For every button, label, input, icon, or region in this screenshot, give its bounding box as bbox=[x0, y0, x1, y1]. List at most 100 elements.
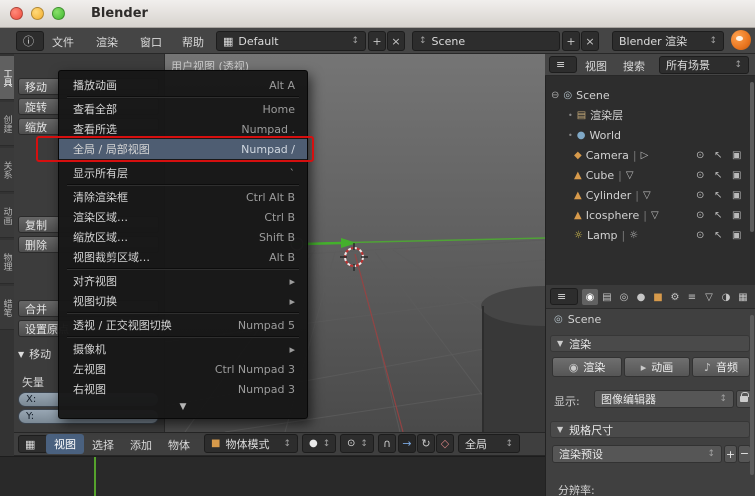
properties-editor-selector[interactable]: ≡ bbox=[550, 288, 578, 305]
menu-item-persp-ortho[interactable]: 透视 / 正交视图切换 Numpad 5 bbox=[59, 315, 307, 335]
tab-render-layers[interactable]: ▤ bbox=[599, 289, 615, 305]
properties-scrollbar[interactable] bbox=[750, 315, 754, 475]
remove-scene-button[interactable]: × bbox=[581, 31, 599, 51]
render-presets-dropdown[interactable]: 渲染预设 ↕ bbox=[552, 445, 722, 463]
object-menu-button[interactable]: 物体 bbox=[168, 437, 190, 453]
manipulator-translate-button[interactable]: → bbox=[398, 434, 416, 453]
outliner-row-world[interactable]: • ● World bbox=[546, 126, 755, 144]
outliner-label[interactable]: 渲染层 bbox=[590, 107, 623, 123]
menu-item-navigation[interactable]: 视图切换 ▸ bbox=[59, 291, 307, 311]
expander-icon[interactable]: ⊖ bbox=[551, 90, 559, 101]
outliner-editor-selector[interactable]: ≡ bbox=[549, 56, 577, 73]
remove-layout-button[interactable]: × bbox=[387, 31, 405, 51]
screen-layout-selector[interactable]: ▦ Default ↕ bbox=[216, 31, 366, 51]
outliner-label[interactable]: Icosphere bbox=[586, 209, 640, 222]
window-close-button[interactable] bbox=[10, 7, 23, 20]
outliner-row-camera[interactable]: ◆ Camera | ▷ ⊙ ↖ ▣ bbox=[546, 146, 755, 164]
add-preset-button[interactable]: + bbox=[724, 445, 737, 463]
outliner-row-cube[interactable]: ▲ Cube | ▽ ⊙ ↖ ▣ bbox=[546, 166, 755, 184]
outliner-label[interactable]: Lamp bbox=[587, 229, 618, 242]
view3d-editor-selector[interactable]: ▦ bbox=[18, 435, 48, 453]
outliner-label[interactable]: World bbox=[589, 129, 621, 142]
display-mode-dropdown[interactable]: 图像编辑器 ↕ bbox=[594, 390, 734, 408]
tab-scene[interactable]: ◎ bbox=[616, 289, 632, 305]
selectability-icon[interactable]: ↖ bbox=[714, 230, 722, 241]
render-restrict-icon[interactable]: ▣ bbox=[732, 210, 741, 221]
menu-item-zoom-border[interactable]: 缩放区域… Shift B bbox=[59, 227, 307, 247]
selectability-icon[interactable]: ↖ bbox=[714, 210, 722, 221]
menu-item-align-view[interactable]: 对齐视图 ▸ bbox=[59, 271, 307, 291]
render-restrict-icon[interactable]: ▣ bbox=[732, 150, 741, 161]
manipulator-rotate-button[interactable]: ↻ bbox=[417, 434, 435, 453]
render-button[interactable]: ◉ 渲染 bbox=[552, 357, 622, 377]
visibility-eye-icon[interactable]: ⊙ bbox=[696, 230, 704, 241]
outliner-view-menu[interactable]: 视图 bbox=[585, 58, 607, 74]
animation-button[interactable]: ▸ 动画 bbox=[624, 357, 690, 377]
tab-modifiers[interactable]: ≡ bbox=[684, 289, 700, 305]
outliner-row-lamp[interactable]: ☼ Lamp | ☼ ⊙ ↖ ▣ bbox=[546, 226, 755, 244]
tab-animation[interactable]: 动画 bbox=[0, 194, 14, 238]
selectability-icon[interactable]: ↖ bbox=[714, 150, 722, 161]
menu-window[interactable]: 窗口 bbox=[140, 34, 162, 50]
editor-type-selector[interactable]: ⓘ bbox=[16, 31, 44, 51]
tab-object[interactable]: ■ bbox=[650, 289, 666, 305]
snap-toggle-button[interactable]: ∩ bbox=[378, 434, 396, 453]
outliner-row-renderlayers[interactable]: • ▤ 渲染层 bbox=[546, 106, 755, 124]
menu-render[interactable]: 渲染 bbox=[96, 34, 118, 50]
render-restrict-icon[interactable]: ▣ bbox=[732, 230, 741, 241]
tab-create[interactable]: 创建 bbox=[0, 102, 14, 146]
audio-button[interactable]: ♪ 音频 bbox=[692, 357, 750, 377]
window-maximize-button[interactable] bbox=[52, 7, 65, 20]
tab-render[interactable]: ◉ bbox=[582, 289, 598, 305]
visibility-eye-icon[interactable]: ⊙ bbox=[696, 150, 704, 161]
menu-item-left-view[interactable]: 左视图 Ctrl Numpad 3 bbox=[59, 359, 307, 379]
menu-help[interactable]: 帮助 bbox=[182, 34, 204, 50]
render-restrict-icon[interactable]: ▣ bbox=[732, 190, 741, 201]
add-layout-button[interactable]: + bbox=[368, 31, 386, 51]
menu-item-view-all[interactable]: 查看全部 Home bbox=[59, 99, 307, 119]
tab-texture[interactable]: ▦ bbox=[735, 289, 751, 305]
tab-constraints[interactable]: ⚙ bbox=[667, 289, 683, 305]
outliner-label[interactable]: Cube bbox=[586, 169, 614, 182]
tab-grease-pencil[interactable]: 蜡笔 bbox=[0, 286, 14, 330]
window-minimize-button[interactable] bbox=[31, 7, 44, 20]
outliner-label[interactable]: Camera bbox=[586, 149, 629, 162]
render-engine-selector[interactable]: Blender 渲染 ↕ bbox=[612, 31, 724, 51]
outliner-scope-selector[interactable]: 所有场景 ↕ bbox=[659, 56, 749, 74]
3d-cursor[interactable] bbox=[340, 243, 368, 271]
timeline-strip[interactable] bbox=[0, 456, 545, 496]
outliner-scrollbar[interactable] bbox=[750, 82, 754, 232]
outliner-label[interactable]: Cylinder bbox=[586, 189, 632, 202]
scene-selector[interactable]: ↕ Scene bbox=[412, 31, 560, 51]
tab-object-data[interactable]: ▽ bbox=[701, 289, 717, 305]
tab-tools[interactable]: 工具 bbox=[0, 56, 14, 100]
view-menu-button[interactable]: 视图 bbox=[46, 434, 84, 454]
operator-panel-header[interactable]: ▼ 移动 bbox=[18, 346, 51, 362]
manipulator-scale-button[interactable]: ◇ bbox=[436, 434, 454, 453]
tab-physics[interactable]: 物理 bbox=[0, 240, 14, 284]
menu-item-right-view[interactable]: 右视图 Numpad 3 bbox=[59, 379, 307, 399]
add-scene-button[interactable]: + bbox=[562, 31, 580, 51]
render-panel-header[interactable]: ▼ 渲染 bbox=[550, 335, 750, 352]
pivot-point-selector[interactable]: ⊙ ↕ bbox=[340, 434, 374, 453]
tab-world[interactable]: ● bbox=[633, 289, 649, 305]
tab-relations[interactable]: 关系 bbox=[0, 148, 14, 192]
selectability-icon[interactable]: ↖ bbox=[714, 170, 722, 181]
menu-item-camera[interactable]: 摄像机 ▸ bbox=[59, 339, 307, 359]
viewport-shading-selector[interactable]: ● ↕ bbox=[302, 434, 336, 453]
tab-material[interactable]: ◑ bbox=[718, 289, 734, 305]
menu-scroll-more-icon[interactable]: ▼ bbox=[59, 399, 307, 414]
visibility-eye-icon[interactable]: ⊙ bbox=[696, 210, 704, 221]
menu-item-show-all-layers[interactable]: 显示所有层 ` bbox=[59, 163, 307, 183]
menu-item-play-animation[interactable]: 播放动画 Alt A bbox=[59, 75, 307, 95]
visibility-eye-icon[interactable]: ⊙ bbox=[696, 190, 704, 201]
current-frame-indicator[interactable] bbox=[94, 457, 96, 496]
select-menu-button[interactable]: 选择 bbox=[92, 437, 114, 453]
mode-selector[interactable]: ■ 物体模式 ↕ bbox=[204, 434, 298, 453]
cylinder-object[interactable] bbox=[481, 286, 545, 432]
outliner-row-cylinder[interactable]: ▲ Cylinder | ▽ ⊙ ↖ ▣ bbox=[546, 186, 755, 204]
menu-item-render-border[interactable]: 渲染区域… Ctrl B bbox=[59, 207, 307, 227]
render-restrict-icon[interactable]: ▣ bbox=[732, 170, 741, 181]
menu-item-clipping-border[interactable]: 视图裁剪区域… Alt B bbox=[59, 247, 307, 267]
outliner-label[interactable]: Scene bbox=[576, 89, 610, 102]
